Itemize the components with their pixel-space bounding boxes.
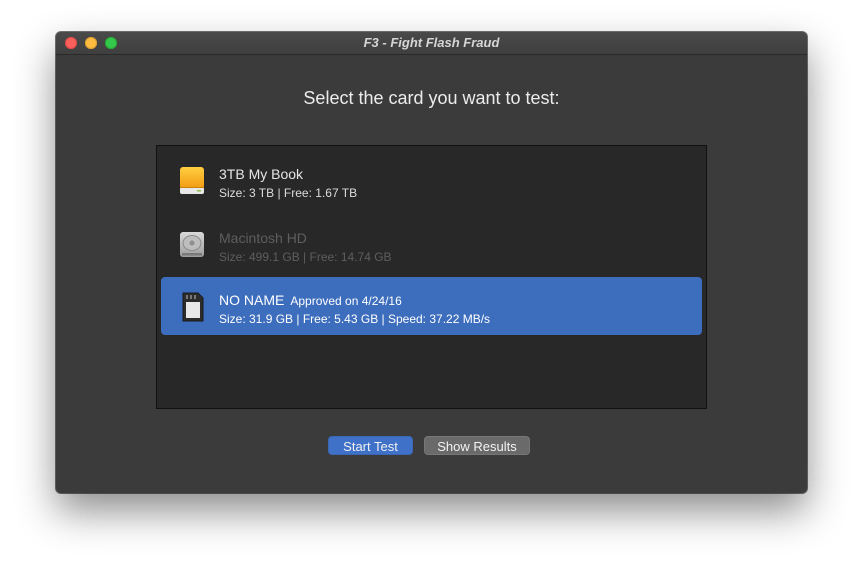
drive-details: Size: 31.9 GB | Free: 5.43 GB | Speed: 3… <box>219 312 491 326</box>
sd-card-icon <box>182 292 204 322</box>
external-drive-icon <box>180 167 204 194</box>
drive-details: Size: 499.1 GB | Free: 14.74 GB <box>219 250 392 264</box>
drive-name: NO NAME Approved on 4/24/16 <box>219 292 402 308</box>
internal-drive-icon <box>180 232 204 257</box>
start-test-button[interactable]: Start Test <box>328 436 413 455</box>
window-title: F3 - Fight Flash Fraud <box>363 35 500 50</box>
app-window: F3 - Fight Flash Fraud Select the card y… <box>56 32 807 493</box>
drive-name: Macintosh HD <box>219 230 307 246</box>
drive-row-no-name[interactable]: NO NAME Approved on 4/24/16 Size: 31.9 GB… <box>161 277 702 335</box>
drive-name: 3TB My Book <box>219 166 304 182</box>
drive-details: Size: 3 TB | Free: 1.67 TB <box>219 186 358 200</box>
title-bar[interactable]: F3 - Fight Flash Fraud <box>56 32 807 55</box>
drive-list[interactable]: 3TB My Book Size: 3 TB | Free: 1.67 TB M… <box>156 145 707 409</box>
drive-row-macintosh-hd: Macintosh HD Size: 499.1 GB | Free: 14.7… <box>161 215 702 273</box>
approval-badge: Approved on 4/24/16 <box>290 294 402 308</box>
show-results-button[interactable]: Show Results <box>424 436 530 455</box>
card-selection-prompt: Select the card you want to test: <box>303 88 560 108</box>
drive-row-3tb-my-book[interactable]: 3TB My Book Size: 3 TB | Free: 1.67 TB <box>161 151 702 209</box>
